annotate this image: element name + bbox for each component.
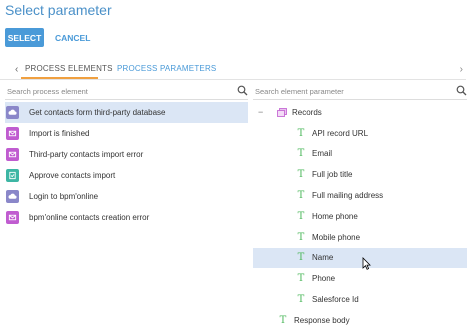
element-parameters-tree: − Records T API record URL T Email T Ful…	[253, 102, 467, 331]
process-element-label: bpm'online contacts creation error	[29, 213, 150, 222]
text-type-icon: T	[297, 231, 305, 243]
process-element-item[interactable]: Login to bpm'online	[5, 186, 248, 207]
tree-leaf[interactable]: T Home phone	[253, 206, 467, 227]
process-element-label: Import is finished	[29, 129, 90, 138]
tree-leaf-label: Email	[312, 149, 333, 159]
collection-icon	[277, 107, 287, 117]
message-icon	[6, 127, 19, 140]
text-type-icon: T	[297, 148, 305, 160]
tree-node-label: Response body	[294, 315, 350, 325]
process-element-label: Third-party contacts import error	[29, 150, 144, 159]
tree-node-records[interactable]: − Records	[253, 102, 467, 123]
process-element-label: Approve contacts import	[29, 171, 116, 180]
collapse-icon[interactable]: −	[258, 107, 265, 117]
dialog-title: Select parameter	[5, 2, 112, 18]
tab-process-parameters[interactable]: PROCESS PARAMETERS	[117, 64, 216, 73]
text-type-icon: T	[297, 169, 305, 181]
message-icon	[6, 148, 19, 161]
search-icon[interactable]	[456, 85, 467, 98]
text-type-icon: T	[297, 190, 305, 202]
tree-leaf[interactable]: T Email	[253, 144, 467, 165]
tree-leaf[interactable]: T Salesforce Id	[253, 289, 467, 310]
element-parameter-search-input[interactable]: Search element parameter	[255, 87, 344, 96]
tree-leaf-label: Phone	[312, 274, 336, 284]
text-type-icon: T	[297, 252, 305, 264]
tree-leaf-label: Home phone	[312, 211, 358, 221]
tree-leaf-label: Mobile phone	[312, 232, 361, 242]
cloud-icon	[6, 190, 19, 203]
message-icon	[6, 211, 19, 224]
process-elements-list: Get contacts form third-party database I…	[5, 102, 248, 228]
process-element-search-input[interactable]: Search process element	[7, 87, 88, 96]
process-element-label: Get contacts form third-party database	[29, 108, 166, 117]
tree-leaf-label: Full mailing address	[312, 191, 384, 201]
tree-leaf[interactable]: T Full job title	[253, 164, 467, 185]
mouse-cursor-icon	[362, 257, 371, 275]
tabs-divider	[0, 79, 466, 80]
tree-node-response-body[interactable]: T Response body	[253, 310, 467, 331]
process-element-item[interactable]: bpm'online contacts creation error	[5, 207, 248, 228]
tree-leaf[interactable]: T Mobile phone	[253, 227, 467, 248]
tree-leaf[interactable]: T Phone	[253, 268, 467, 289]
tab-prev-arrow[interactable]: ‹	[15, 64, 18, 75]
tree-leaf[interactable]: T Full mailing address	[253, 185, 467, 206]
process-element-item[interactable]: Third-party contacts import error	[5, 144, 248, 165]
search-icon[interactable]	[237, 85, 248, 98]
cancel-button[interactable]: CANCEL	[55, 28, 90, 47]
tree-leaf-label: Name	[312, 253, 334, 263]
element-parameter-search[interactable]: Search element parameter	[253, 85, 467, 100]
text-type-icon: T	[297, 273, 305, 285]
tab-next-arrow[interactable]: ›	[460, 64, 463, 75]
tree-leaf[interactable]: T Name	[253, 247, 467, 269]
tree-leaf[interactable]: T API record URL	[253, 123, 467, 144]
text-type-icon: T	[279, 314, 287, 326]
tree-node-label: Records	[292, 107, 322, 117]
tree-leaf-label: Full job title	[312, 170, 353, 180]
tab-process-elements[interactable]: PROCESS ELEMENTS	[25, 64, 113, 73]
approval-icon	[6, 169, 19, 182]
tree-leaf-label: Salesforce Id	[312, 295, 359, 305]
text-type-icon: T	[297, 294, 305, 306]
tree-leaf-label: API record URL	[312, 128, 369, 138]
process-element-label: Login to bpm'online	[29, 192, 99, 201]
cloud-icon	[6, 106, 19, 119]
text-type-icon: T	[297, 210, 305, 222]
select-button[interactable]: SELECT	[5, 28, 44, 47]
process-element-item[interactable]: Import is finished	[5, 123, 248, 144]
process-element-item[interactable]: Get contacts form third-party database	[5, 102, 248, 123]
process-element-search[interactable]: Search process element	[5, 85, 248, 100]
text-type-icon: T	[297, 127, 305, 139]
process-element-item[interactable]: Approve contacts import	[5, 165, 248, 186]
